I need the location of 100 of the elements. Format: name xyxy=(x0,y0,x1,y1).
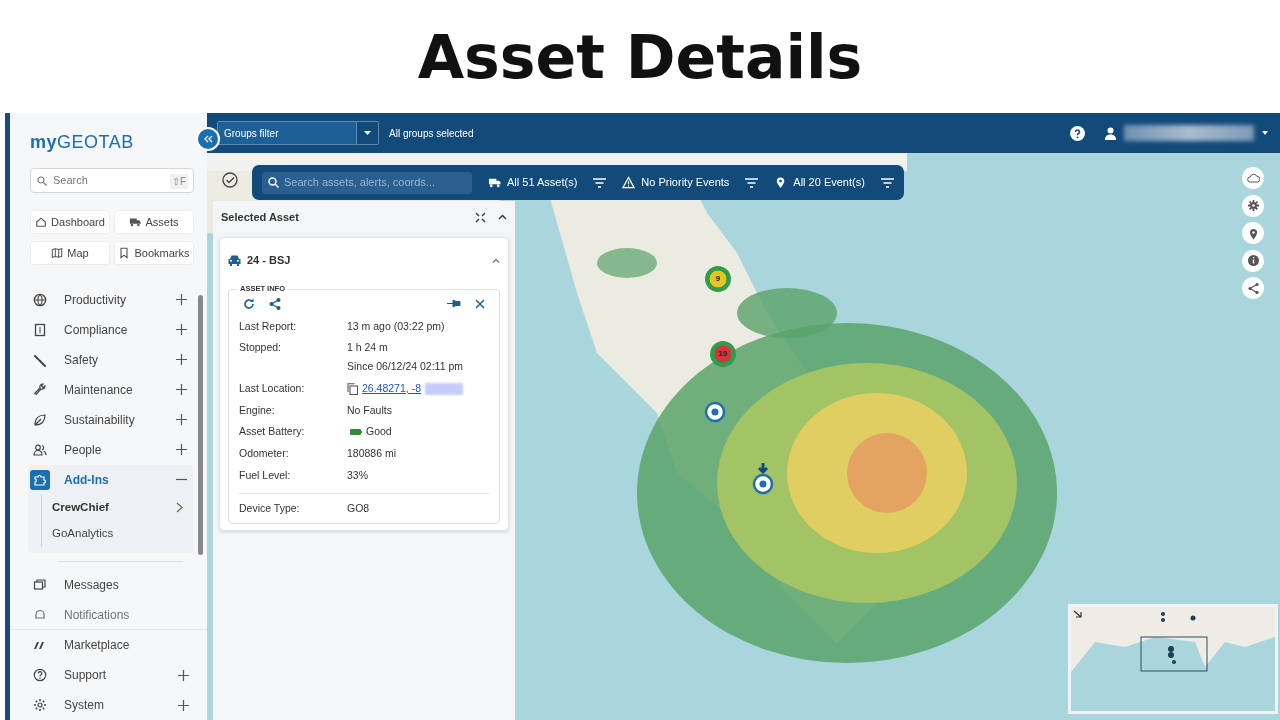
sub-nav-item[interactable]: GoAnalytics xyxy=(42,520,193,547)
search-icon xyxy=(268,176,279,188)
info-value: 13 m ago (03:22 pm) xyxy=(347,318,446,334)
quick-link-button[interactable]: Assets xyxy=(114,209,194,234)
plus-icon xyxy=(176,414,187,426)
panel-title: Selected Asset xyxy=(221,209,300,225)
info-value: 180886 mi xyxy=(347,446,398,461)
groups-filter-dropdown[interactable]: Groups filter xyxy=(217,121,357,145)
info-label: Odometer: xyxy=(239,446,290,461)
user-menu-button[interactable] xyxy=(1105,125,1268,141)
house-icon xyxy=(35,215,48,228)
map-filter-button[interactable]: No Priority Events xyxy=(622,174,759,191)
nav-item[interactable]: System xyxy=(28,690,195,720)
info-value: No Faults xyxy=(347,402,393,418)
search-icon xyxy=(37,176,47,186)
collapse-panel-button[interactable] xyxy=(498,214,507,220)
chevron-up-icon xyxy=(498,214,507,220)
quick-link-button[interactable]: Map xyxy=(30,240,110,265)
wrench-icon xyxy=(33,382,47,397)
info-label: Last Report: xyxy=(239,318,298,334)
gear-icon xyxy=(33,698,47,712)
leaf-icon xyxy=(33,412,47,427)
info-label: Asset Battery: xyxy=(239,424,306,440)
map-filter-button[interactable]: All 51 Asset(s) xyxy=(488,174,607,191)
nav-item[interactable]: Marketplace xyxy=(28,630,195,660)
page-heading: Asset Details xyxy=(417,26,863,87)
collapse-all-button[interactable] xyxy=(475,211,486,223)
copy-icon xyxy=(347,382,358,395)
map-control-button[interactable] xyxy=(1242,167,1264,189)
asset-location-marker[interactable] xyxy=(752,463,774,495)
map-search-field[interactable]: Search assets, alerts, coords... xyxy=(262,171,472,194)
map-control-button[interactable] xyxy=(1242,249,1264,272)
checkmark-circle-icon xyxy=(222,172,238,188)
truck-icon xyxy=(488,176,501,189)
share-icon xyxy=(269,297,281,310)
collapse-asset-button[interactable] xyxy=(492,257,500,263)
logo: myGEOTAB xyxy=(29,131,134,154)
nav-item[interactable]: Messages xyxy=(28,569,193,600)
share-button[interactable] xyxy=(269,297,281,310)
puzzle-icon xyxy=(33,472,47,487)
sub-nav-item[interactable]: CrewChief xyxy=(42,494,193,521)
plus-icon xyxy=(176,384,187,396)
coordinates-link[interactable]: 26.48271, -8 xyxy=(362,380,421,397)
cloud-icon xyxy=(1246,171,1260,185)
quick-link-button[interactable]: Bookmarks xyxy=(114,240,194,265)
map-control-button[interactable] xyxy=(1242,194,1264,217)
bell-icon xyxy=(33,607,47,622)
nav-item[interactable]: Sustainability xyxy=(28,404,193,435)
info-icon xyxy=(1246,254,1260,267)
plus-icon xyxy=(176,444,187,456)
gear-icon xyxy=(1246,199,1260,212)
nav-item[interactable]: Notifications xyxy=(28,599,193,625)
help-icon xyxy=(33,668,47,682)
groups-status-text: All groups selected xyxy=(389,126,475,141)
pin-button[interactable] xyxy=(447,299,461,308)
map-filter-button[interactable]: All 20 Event(s) xyxy=(774,174,894,191)
plus-icon xyxy=(178,669,189,681)
help-button[interactable] xyxy=(1070,125,1085,141)
close-icon xyxy=(475,298,485,309)
chevron-up-icon xyxy=(492,257,500,263)
close-button[interactable] xyxy=(475,298,485,309)
nav-item[interactable]: People xyxy=(28,434,193,465)
refresh-icon xyxy=(243,297,255,310)
nav-item[interactable]: Safety xyxy=(28,344,193,375)
redacted-text xyxy=(424,382,463,395)
quick-link-button[interactable]: Dashboard xyxy=(30,209,110,234)
plus-icon xyxy=(178,699,189,711)
nav-item[interactable]: Productivity xyxy=(28,284,193,315)
map-control-button[interactable] xyxy=(1242,222,1264,244)
info-label: Last Location: xyxy=(239,380,306,396)
filter-icon xyxy=(745,177,759,188)
info-value: 33% xyxy=(347,467,369,483)
info-value: Good xyxy=(366,424,392,440)
nav-item[interactable]: Maintenance xyxy=(28,374,193,405)
asset-location-marker[interactable] xyxy=(704,401,726,423)
info-label: Stopped: xyxy=(239,340,283,356)
info-label: Engine: xyxy=(239,402,276,418)
pushpin-icon xyxy=(447,299,461,308)
map-control-button[interactable] xyxy=(1242,277,1264,299)
double-chevron-left-icon xyxy=(203,135,213,143)
info-note: Since 06/12/24 02:11 pm xyxy=(347,359,464,374)
nav-item[interactable]: Support xyxy=(28,660,195,690)
info-value: GO8 xyxy=(347,500,371,516)
warning-icon xyxy=(622,176,636,189)
info-label: Device Type: xyxy=(239,500,301,516)
nav-item[interactable]: Compliance xyxy=(28,314,193,345)
caret-down-icon xyxy=(1262,131,1268,135)
plus-icon xyxy=(176,294,187,306)
nav-item[interactable]: Add-Ins xyxy=(28,464,193,495)
chevron-right-icon xyxy=(176,502,183,514)
dropdown-toggle-button[interactable] xyxy=(357,121,379,145)
clipboard-icon xyxy=(33,322,47,337)
share-icon xyxy=(1246,281,1260,295)
help-icon xyxy=(1070,125,1085,141)
caret-down-icon xyxy=(364,131,371,135)
compress-icon xyxy=(475,211,486,223)
asset-name: 24 - BSJ xyxy=(247,253,292,268)
refresh-button[interactable] xyxy=(243,297,255,310)
battery-icon xyxy=(350,429,362,436)
plus-icon xyxy=(176,324,187,336)
